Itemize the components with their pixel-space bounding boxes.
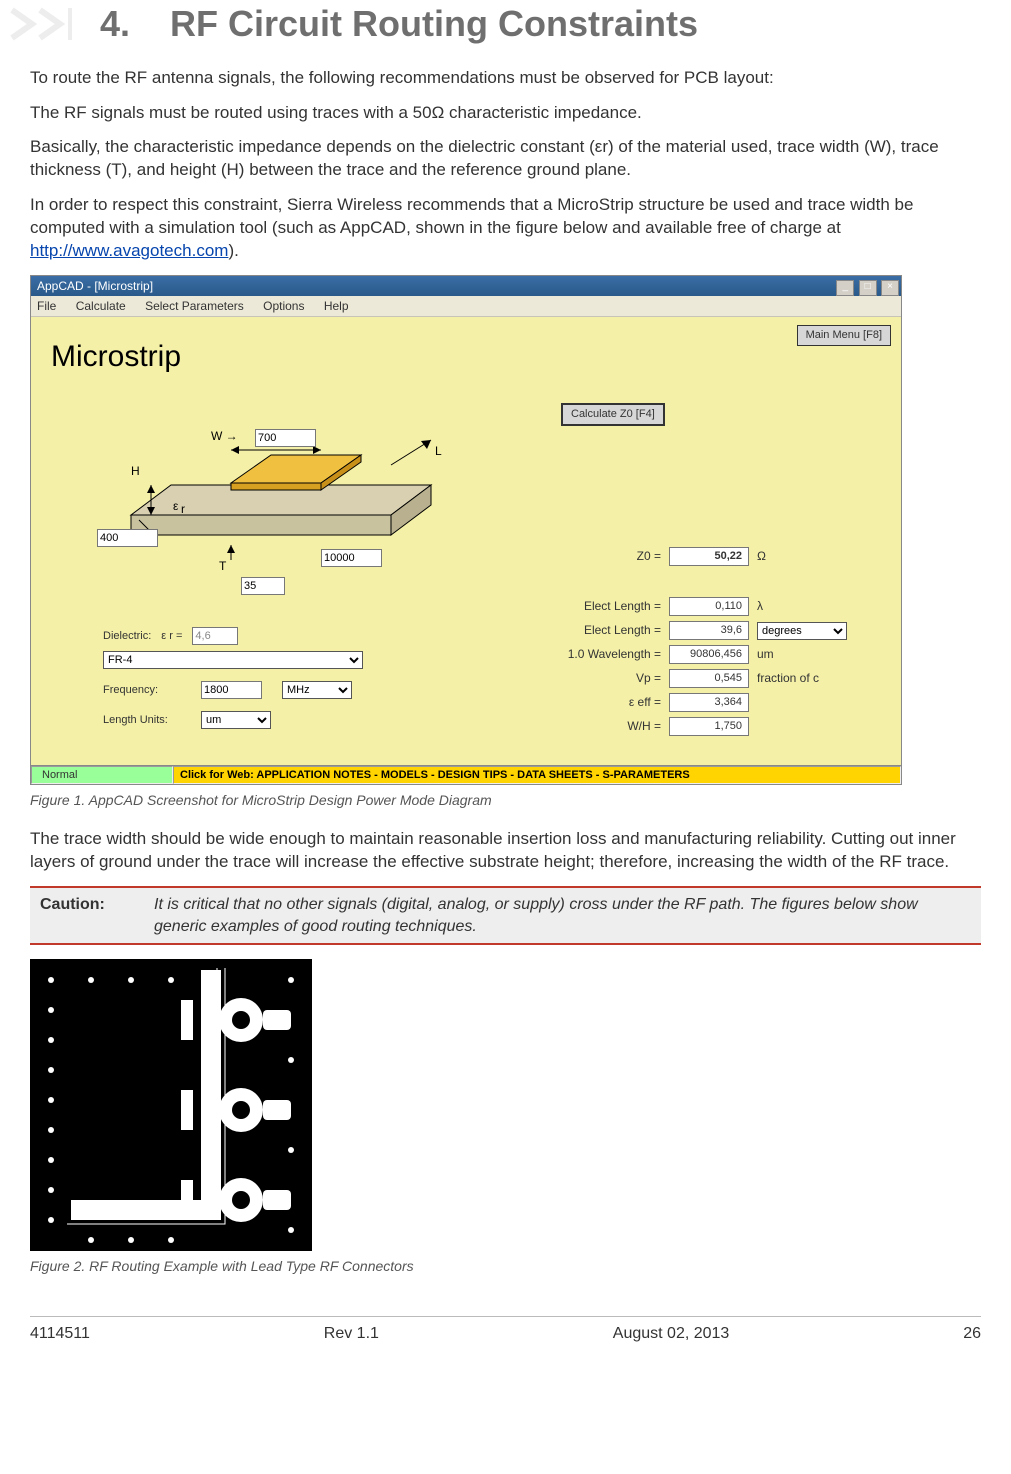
er-label: ε r = xyxy=(161,629,182,644)
page-footer: 4114511 Rev 1.1 August 02, 2013 26 xyxy=(30,1317,981,1355)
caution-box: Caution: It is critical that no other si… xyxy=(30,886,981,945)
l-input[interactable] xyxy=(321,549,382,567)
paragraph-impedance: The RF signals must be routed using trac… xyxy=(30,102,981,125)
wh-row: W/H = 1,750 xyxy=(551,717,749,736)
length-units-label: Length Units: xyxy=(103,713,181,728)
wavelength-label: 1.0 Wavelength = xyxy=(551,646,661,662)
wavelength-unit: um xyxy=(757,646,774,662)
h-input[interactable] xyxy=(97,529,158,547)
appcad-window: AppCAD - [Microstrip] _ □ × File Calcula… xyxy=(30,275,902,785)
svg-text:W →: W → xyxy=(211,429,238,443)
z0-label: Z0 = xyxy=(551,548,661,564)
footer-page: 26 xyxy=(963,1323,981,1345)
svg-text:T: T xyxy=(219,559,227,573)
eeff-value: 3,364 xyxy=(669,693,749,712)
t-input[interactable] xyxy=(241,577,285,595)
paragraph-tool-a: In order to respect this constraint, Sie… xyxy=(30,195,913,237)
figure2-caption: Figure 2. RF Routing Example with Lead T… xyxy=(30,1257,981,1276)
frequency-label: Frequency: xyxy=(103,683,181,698)
appcad-statusbar: Normal Click for Web: APPLICATION NOTES … xyxy=(31,765,901,784)
menu-file[interactable]: File xyxy=(37,296,56,316)
appcad-titlebar: AppCAD - [Microstrip] _ □ × xyxy=(31,276,901,296)
menu-calculate[interactable]: Calculate xyxy=(76,296,126,316)
status-web-link[interactable]: Click for Web: APPLICATION NOTES - MODEL… xyxy=(173,766,901,784)
elect-length1-label: Elect Length = xyxy=(551,598,661,614)
appcad-title: AppCAD - [Microstrip] xyxy=(33,278,153,294)
frequency-input[interactable] xyxy=(201,681,262,699)
frequency-unit-select[interactable]: MHz xyxy=(282,681,352,699)
menu-select-parameters[interactable]: Select Parameters xyxy=(145,296,244,316)
length-units-row: Length Units: um xyxy=(103,711,271,729)
avagotech-link[interactable]: http://www.avagotech.com xyxy=(30,241,228,260)
er-input xyxy=(192,627,238,645)
vp-row: Vp = 0,545 fraction of c xyxy=(551,669,819,688)
svg-text:r: r xyxy=(181,502,185,516)
main-menu-button[interactable]: Main Menu [F8] xyxy=(797,325,891,346)
z0-value: 50,22 xyxy=(669,547,749,566)
paragraph-dependence: Basically, the characteristic impedance … xyxy=(30,136,981,182)
svg-text:L: L xyxy=(435,444,442,458)
maximize-icon[interactable]: □ xyxy=(859,280,877,296)
paragraph-trace-width: The trace width should be wide enough to… xyxy=(30,828,981,874)
vp-value: 0,545 xyxy=(669,669,749,688)
paragraph-intro: To route the RF antenna signals, the fol… xyxy=(30,67,981,90)
t-input-wrap xyxy=(241,577,285,595)
footer-rev: Rev 1.1 xyxy=(324,1323,379,1345)
calculate-z0-button[interactable]: Calculate Z0 [F4] xyxy=(561,403,665,426)
section-title: RF Circuit Routing Constraints xyxy=(170,3,698,44)
w-input[interactable] xyxy=(255,429,316,447)
header-chevrons xyxy=(10,6,90,42)
wavelength-row: 1.0 Wavelength = 90806,456 um xyxy=(551,645,774,664)
appcad-menubar: File Calculate Select Parameters Options… xyxy=(31,296,901,317)
section-heading: 4. RF Circuit Routing Constraints xyxy=(30,0,981,49)
window-buttons: _ □ × xyxy=(835,277,899,296)
paragraph-tool-b: ). xyxy=(228,241,238,260)
elect-length-deg-row: Elect Length = 39,6 degrees xyxy=(551,621,847,640)
elect-length2-value: 39,6 xyxy=(669,621,749,640)
elect-length1-unit: λ xyxy=(757,598,763,614)
material-row: FR-4 xyxy=(103,651,363,669)
wh-value: 1,750 xyxy=(669,717,749,736)
appcad-canvas: Main Menu [F8] Calculate Z0 [F4] Microst… xyxy=(31,317,901,765)
dielectric-label: Dielectric: xyxy=(103,629,151,644)
vp-label: Vp = xyxy=(551,670,661,686)
wh-label: W/H = xyxy=(551,718,661,734)
h-input-wrap xyxy=(97,529,158,547)
elect-length2-unit-select[interactable]: degrees xyxy=(757,622,847,640)
section-number: 4. xyxy=(100,0,160,49)
paragraph-tool: In order to respect this constraint, Sie… xyxy=(30,194,981,263)
z0-row: Z0 = 50,22 Ω xyxy=(551,547,766,566)
vp-unit: fraction of c xyxy=(757,670,819,686)
footer-doc-id: 4114511 xyxy=(30,1323,90,1345)
elect-length2-label: Elect Length = xyxy=(551,622,661,638)
pcb-routing-figure xyxy=(30,959,312,1251)
elect-length1-value: 0,110 xyxy=(669,597,749,616)
menu-help[interactable]: Help xyxy=(324,296,349,316)
w-input-wrap xyxy=(255,429,316,447)
eeff-row: ε eff = 3,364 xyxy=(551,693,749,712)
material-select[interactable]: FR-4 xyxy=(103,651,363,669)
wavelength-value: 90806,456 xyxy=(669,645,749,664)
menu-options[interactable]: Options xyxy=(263,296,304,316)
footer-date: August 02, 2013 xyxy=(613,1323,730,1345)
length-units-select[interactable]: um xyxy=(201,711,271,729)
z0-unit: Ω xyxy=(757,548,766,564)
l-input-wrap xyxy=(321,549,382,567)
microstrip-heading: Microstrip xyxy=(51,337,181,378)
close-icon[interactable]: × xyxy=(881,280,899,296)
eeff-label: ε eff = xyxy=(551,694,661,710)
status-normal: Normal xyxy=(31,766,173,784)
caution-label: Caution: xyxy=(40,894,130,937)
dielectric-row: Dielectric: ε r = xyxy=(103,627,238,645)
svg-text:H: H xyxy=(131,464,140,478)
caution-text: It is critical that no other signals (di… xyxy=(154,894,971,937)
frequency-row: Frequency: MHz xyxy=(103,681,352,699)
minimize-icon[interactable]: _ xyxy=(836,280,854,296)
elect-length-lambda-row: Elect Length = 0,110 λ xyxy=(551,597,763,616)
figure1-caption: Figure 1. AppCAD Screenshot for MicroStr… xyxy=(30,791,981,810)
svg-text:ε: ε xyxy=(173,499,179,513)
